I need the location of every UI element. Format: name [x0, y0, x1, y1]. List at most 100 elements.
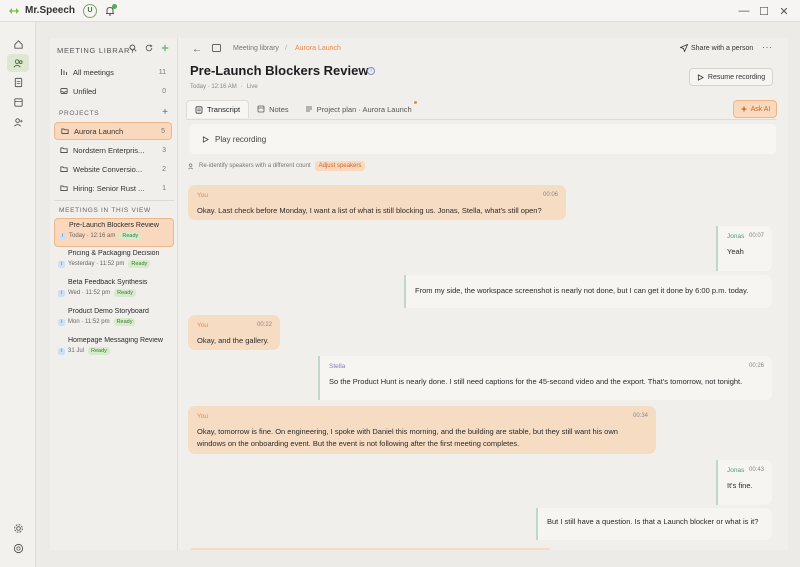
project-item-count: 3 — [162, 146, 166, 154]
meeting-title: Beta Feedback Synthesis — [68, 279, 148, 286]
meeting-live-status: Live — [246, 84, 258, 90]
library-item-count: 11 — [158, 68, 166, 76]
team-icon — [13, 117, 23, 127]
meeting-library-panel: MEETING LIBRARY All meetings 11 Unfiled … — [50, 38, 178, 550]
message-header: You 00:22 — [197, 321, 272, 331]
share-button[interactable]: Share with a person — [680, 44, 753, 52]
rail-board-button[interactable] — [7, 93, 29, 111]
meeting-title: Pricing & Packaging Decision — [68, 250, 160, 257]
rail-home-button[interactable] — [7, 35, 29, 53]
rail-people-button[interactable] — [7, 54, 29, 72]
share-button-label: Share with a person — [691, 44, 754, 52]
meeting-item[interactable]: Pre-Launch Blockers Review i Today · 12:1… — [54, 218, 174, 247]
reidentify-text: Re-identify speakers with a different co… — [199, 163, 311, 169]
transcript-message[interactable]: You 00:22 Okay, and the gallery. — [188, 315, 280, 350]
message-header: Stella 00:26 — [329, 362, 764, 372]
library-heading: MEETING LIBRARY — [57, 46, 136, 55]
back-arrow-icon[interactable]: ← — [192, 44, 202, 55]
meeting-type-icon: i — [59, 232, 66, 240]
meeting-meta: i Wed · 11:52 pm Ready — [58, 289, 174, 297]
library-item-unfiled[interactable]: Unfiled 0 — [54, 82, 172, 100]
project-item-label: Website Conversio... — [73, 164, 143, 174]
project-item-label: Nordstern Enterpris... — [73, 145, 145, 155]
more-options-button[interactable]: ··· — [762, 42, 773, 52]
meeting-item[interactable]: Homepage Messaging Review i 31 Jul Ready — [54, 334, 174, 363]
meeting-type-icon: i — [58, 260, 65, 268]
transcript-message[interactable]: But I still have a question. Is that a L… — [536, 508, 772, 540]
meetings-section-label: MEETINGS IN THIS VIEW — [59, 207, 151, 214]
meeting-item[interactable]: Pricing & Packaging Decision i Yesterday … — [54, 247, 174, 276]
library-item-all-meetings[interactable]: All meetings 11 — [54, 63, 172, 81]
notification-bell-icon[interactable] — [104, 3, 118, 17]
rail-settings-button[interactable] — [7, 519, 29, 537]
message-header: You 00:34 — [197, 412, 648, 422]
search-icon[interactable] — [129, 44, 137, 52]
transcript-message[interactable]: You 00:34 Okay, tomorrow is fine. On engi… — [188, 406, 656, 454]
tab-project-plan[interactable]: Project plan · Aurora Launch — [297, 100, 420, 118]
tab-transcript[interactable]: Transcript — [186, 100, 250, 118]
add-project-button[interactable]: + — [162, 107, 168, 118]
message-header: Jonas 00:43 — [727, 466, 764, 476]
status-badge: Ready — [113, 318, 136, 326]
transcript-message[interactable]: You 00:06 Okay. Last check before Monday,… — [188, 185, 566, 220]
project-item-website-conversion[interactable]: Website Conversio... 2 — [54, 160, 172, 178]
meeting-date: 31 Jul — [68, 348, 85, 354]
tab-label: Transcript — [207, 105, 241, 114]
meeting-datetime: Today · 12:16 AM — [190, 84, 237, 90]
play-recording-bar[interactable]: Play recording — [190, 124, 776, 154]
tab-label: Notes — [269, 104, 289, 114]
transcript-message[interactable]: Stella 00:26 So the Product Hunt is nearl… — [318, 356, 772, 400]
play-icon — [697, 73, 704, 81]
refresh-icon[interactable] — [145, 44, 153, 52]
notification-dot — [112, 3, 118, 9]
sidebar-toggle-icon[interactable] — [212, 44, 221, 52]
message-text: So the Product Hunt is nearly done. I st… — [329, 377, 743, 387]
status-badge: Ready — [88, 347, 110, 355]
rail-help-button[interactable] — [7, 539, 29, 557]
transcript-message[interactable]: From my side, the workspace screenshot i… — [404, 275, 772, 308]
project-item-nordstern[interactable]: Nordstern Enterpris... 3 — [54, 141, 172, 159]
close-button[interactable]: ✕ — [774, 0, 794, 22]
resume-recording-button[interactable]: Resume recording — [689, 68, 773, 86]
minimize-button[interactable]: — — [734, 0, 754, 22]
rail-team-button[interactable] — [7, 113, 29, 131]
meeting-item[interactable]: Product Demo Storyboard i Mon · 11:52 pm R… — [54, 305, 174, 334]
meeting-meta: i Mon · 11:52 pm Ready — [58, 318, 174, 326]
library-item-count: 0 — [162, 87, 166, 95]
project-item-aurora-launch[interactable]: Aurora Launch 5 — [54, 122, 172, 140]
speakers-icon — [188, 163, 194, 169]
project-item-hiring[interactable]: Hiring: Senior Rust ... 1 — [54, 179, 172, 197]
status-badge: Ready — [114, 289, 137, 297]
transcript-message[interactable]: Jonas 00:43 It's fine. — [716, 460, 772, 505]
meeting-item[interactable]: Beta Feedback Synthesis i Wed · 11:52 pm R… — [54, 276, 174, 305]
breadcrumb-current[interactable]: Aurora Launch — [295, 45, 341, 52]
play-recording-label: Play recording — [215, 134, 267, 144]
add-meeting-icon[interactable] — [161, 44, 169, 52]
speaker-name: Stella — [329, 363, 346, 370]
app-logo-icon — [8, 5, 20, 17]
message-time: 00:43 — [748, 467, 764, 473]
maximize-button[interactable]: ☐ — [754, 0, 774, 22]
transcript-message[interactable]: Jonas 00:07 Yeah — [716, 226, 772, 271]
project-item-count: 5 — [161, 127, 165, 135]
breadcrumb-root[interactable]: Meeting library — [233, 45, 279, 52]
message-text: It's fine. — [727, 481, 753, 491]
speaker-name: Jonas — [727, 467, 745, 474]
ask-ai-button[interactable]: Ask AI — [733, 100, 777, 118]
reidentify-speakers: Re-identify speakers with a different co… — [188, 160, 366, 172]
projects-section-label: PROJECTS — [59, 110, 100, 117]
tab-notes[interactable]: Notes — [249, 100, 297, 118]
status-badge: Ready — [119, 232, 142, 240]
user-avatar[interactable]: U — [83, 3, 98, 18]
rail-documents-button[interactable] — [7, 73, 29, 91]
speaker-name: Jonas — [727, 233, 745, 240]
info-icon[interactable]: i — [367, 67, 375, 75]
folder-icon — [60, 184, 68, 192]
play-icon — [202, 135, 209, 143]
stats-icon — [60, 68, 68, 76]
meeting-title: Homepage Messaging Review — [68, 337, 163, 344]
speaker-name: You — [197, 192, 208, 199]
adjust-speakers-button[interactable]: Adjust speakers — [314, 161, 366, 171]
meeting-title: Pre-Launch Blockers Review — [69, 222, 159, 229]
library-divider — [54, 200, 174, 201]
